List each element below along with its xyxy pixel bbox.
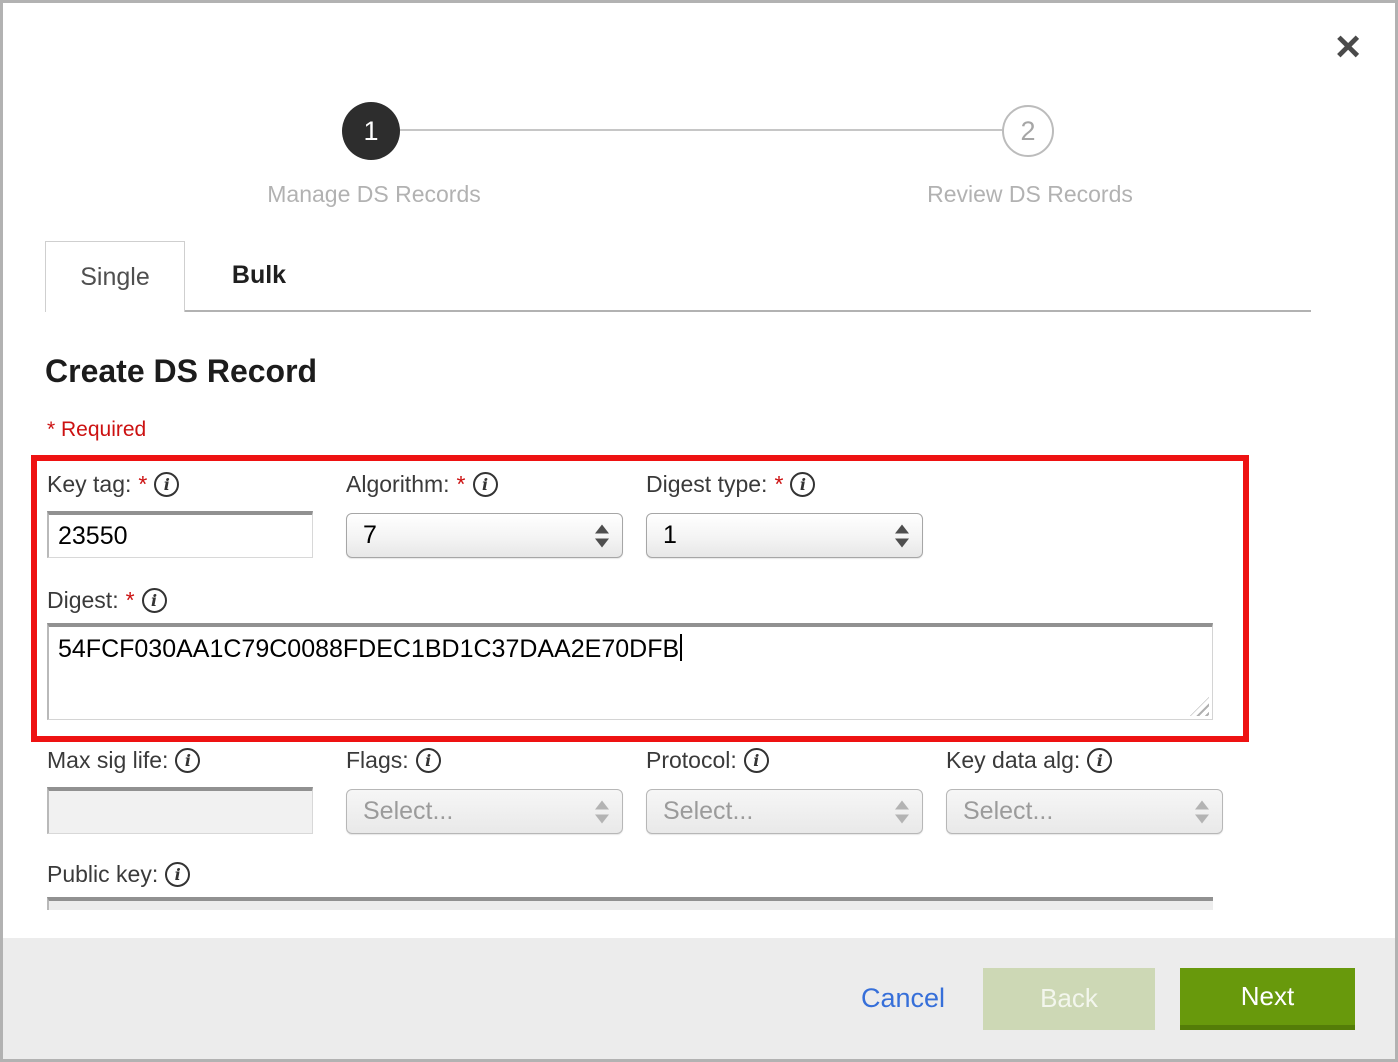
step-1-indicator: 1	[342, 102, 400, 160]
protocol-label: Protocol: i	[646, 747, 923, 774]
step-2-label: Review DS Records	[880, 181, 1180, 208]
select-arrows-icon	[595, 800, 609, 823]
next-button[interactable]: Next	[1180, 968, 1355, 1030]
label-text: Max sig life:	[47, 747, 168, 774]
select-value: Select...	[663, 797, 753, 826]
label-text: Key tag:	[47, 471, 131, 498]
label-text: Key data alg:	[946, 747, 1080, 774]
protocol-select[interactable]: Select...	[646, 789, 923, 834]
step-1-label: Manage DS Records	[224, 181, 524, 208]
info-icon[interactable]: i	[744, 748, 769, 773]
close-icon[interactable]: ×	[1335, 25, 1361, 69]
digest-type-select[interactable]: 1	[646, 513, 923, 558]
digest-type-label: Digest type: * i	[646, 471, 923, 498]
digest-value: 54FCF030AA1C79C0088FDEC1BD1C37DAA2E70DFB	[58, 635, 679, 663]
public-key-label: Public key: i	[47, 861, 190, 888]
key-tag-label: Key tag: * i	[47, 471, 313, 498]
field-key-data-alg: Key data alg: i Select...	[946, 747, 1223, 834]
info-icon[interactable]: i	[473, 472, 498, 497]
cancel-button[interactable]: Cancel	[861, 983, 945, 1014]
field-public-key: Public key: i	[47, 861, 190, 888]
required-note: * Required	[47, 418, 146, 442]
field-key-tag: Key tag: * i	[47, 471, 313, 558]
key-data-alg-label: Key data alg: i	[946, 747, 1223, 774]
create-ds-record-dialog: × 1 2 Manage DS Records Review DS Record…	[0, 0, 1398, 1062]
info-icon[interactable]: i	[142, 588, 167, 613]
select-arrows-icon	[595, 524, 609, 547]
text-cursor	[680, 634, 682, 661]
algorithm-select[interactable]: 7	[346, 513, 623, 558]
info-icon[interactable]: i	[1087, 748, 1112, 773]
required-asterisk: *	[457, 471, 466, 498]
select-value: 1	[663, 521, 677, 550]
required-asterisk: *	[126, 587, 135, 614]
digest-textarea[interactable]: 54FCF030AA1C79C0088FDEC1BD1C37DAA2E70DFB	[47, 623, 1213, 720]
label-text: Flags:	[346, 747, 409, 774]
field-max-sig-life: Max sig life: i	[47, 747, 313, 834]
tab-divider	[45, 310, 1311, 312]
label-text: Public key:	[47, 861, 158, 888]
select-value: 7	[363, 521, 377, 550]
stepper-connector-line	[400, 129, 1002, 131]
step-2-indicator: 2	[1002, 105, 1054, 157]
label-text: Digest:	[47, 587, 119, 614]
max-sig-life-label: Max sig life: i	[47, 747, 313, 774]
algorithm-label: Algorithm: * i	[346, 471, 623, 498]
dialog-footer: Cancel Back Next	[3, 938, 1395, 1059]
select-value: Select...	[363, 797, 453, 826]
back-button[interactable]: Back	[983, 968, 1155, 1030]
select-value: Select...	[963, 797, 1053, 826]
label-text: Algorithm:	[346, 471, 450, 498]
field-algorithm: Algorithm: * i 7	[346, 471, 623, 558]
label-text: Digest type:	[646, 471, 767, 498]
field-protocol: Protocol: i Select...	[646, 747, 923, 834]
required-asterisk: *	[774, 471, 783, 498]
key-data-alg-select[interactable]: Select...	[946, 789, 1223, 834]
select-arrows-icon	[1195, 800, 1209, 823]
resize-handle-icon[interactable]	[1190, 697, 1209, 716]
info-icon[interactable]: i	[416, 748, 441, 773]
tab-bar: Single Bulk	[45, 241, 1311, 312]
public-key-textarea[interactable]	[47, 897, 1213, 910]
select-arrows-icon	[895, 800, 909, 823]
digest-label: Digest: * i	[47, 587, 167, 614]
field-flags: Flags: i Select...	[346, 747, 623, 834]
key-tag-input[interactable]	[47, 511, 313, 558]
select-arrows-icon	[895, 524, 909, 547]
page-title: Create DS Record	[45, 353, 317, 390]
flags-select[interactable]: Select...	[346, 789, 623, 834]
required-asterisk: *	[138, 471, 147, 498]
info-icon[interactable]: i	[175, 748, 200, 773]
field-digest: Digest: * i	[47, 587, 167, 614]
info-icon[interactable]: i	[790, 472, 815, 497]
flags-label: Flags: i	[346, 747, 623, 774]
field-digest-type: Digest type: * i 1	[646, 471, 923, 558]
tab-single[interactable]: Single	[45, 241, 185, 312]
label-text: Protocol:	[646, 747, 737, 774]
tab-bulk[interactable]: Bulk	[185, 241, 333, 310]
info-icon[interactable]: i	[154, 472, 179, 497]
info-icon[interactable]: i	[165, 862, 190, 887]
max-sig-life-input[interactable]	[47, 787, 313, 834]
